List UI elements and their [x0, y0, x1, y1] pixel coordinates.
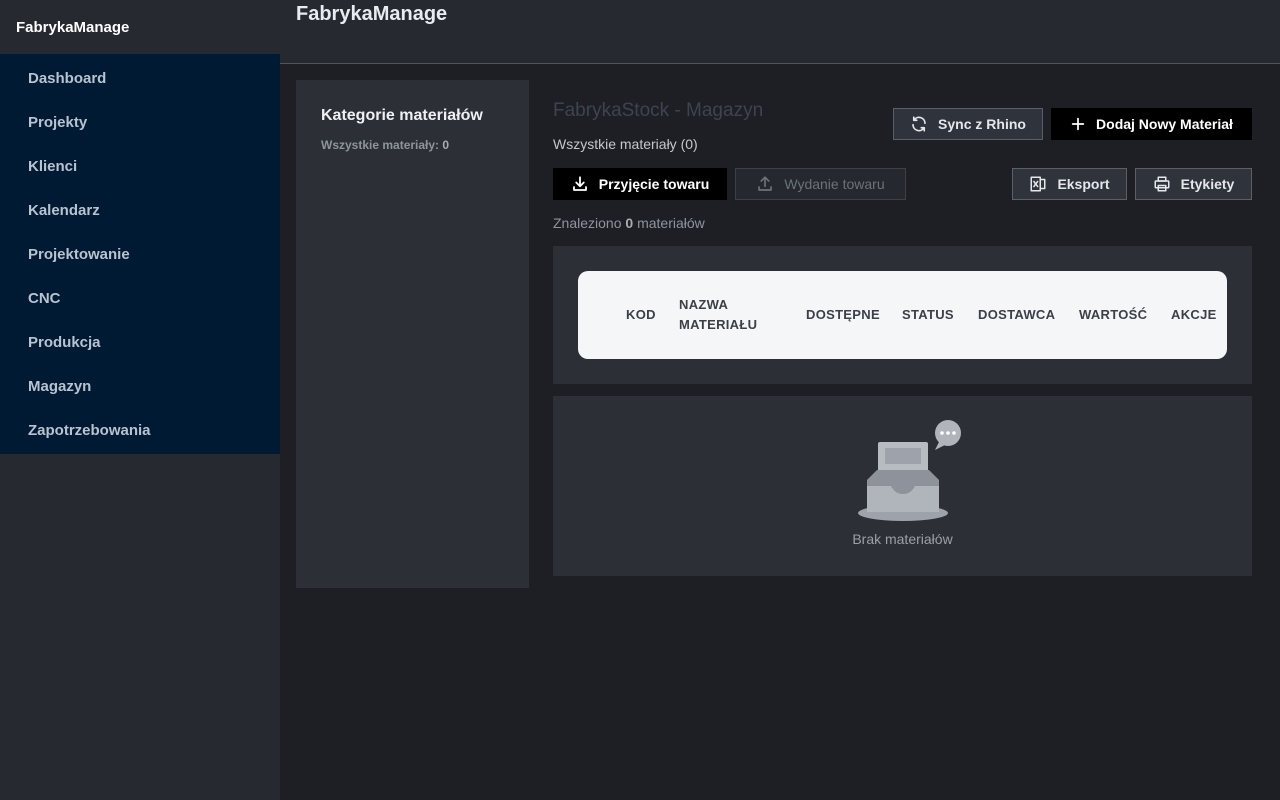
sidebar-item-cnc[interactable]: CNC [0, 276, 280, 320]
results-number: 0 [625, 215, 634, 231]
empty-state-text: Brak materiałów [852, 531, 953, 547]
table-header: KOD NAZWA MATERIAŁU DOSTĘPNE STATUS DOST… [578, 271, 1227, 359]
column-header-name-line2: MATERIAŁU [679, 317, 758, 332]
materials-subtitle: Wszystkie materiały (0) [553, 136, 698, 152]
sidebar-item-zapotrzebowania[interactable]: Zapotrzebowania [0, 408, 280, 452]
column-header-code[interactable]: KOD [626, 305, 656, 325]
category-panel: Kategorie materiałów Wszystkie materiały… [296, 80, 529, 588]
results-count: Znaleziono 0 materiałów [553, 215, 705, 231]
labels-button[interactable]: Etykiety [1135, 168, 1252, 200]
category-panel-title: Kategorie materiałów [321, 107, 483, 124]
column-header-name[interactable]: NAZWA MATERIAŁU [679, 295, 757, 335]
category-item-all[interactable]: Wszystkie materiały: 0 [321, 138, 529, 152]
download-icon [571, 175, 589, 193]
sync-rhino-label: Sync z Rhino [938, 116, 1026, 132]
plus-icon [1070, 116, 1086, 132]
receive-goods-label: Przyjęcie towaru [598, 176, 710, 192]
results-prefix: Znaleziono [553, 215, 622, 231]
top-header: FabrykaManage [280, 0, 1280, 64]
export-label: Eksport [1057, 176, 1110, 192]
materials-table: KOD NAZWA MATERIAŁU DOSTĘPNE STATUS DOST… [553, 246, 1252, 384]
empty-inbox-icon [857, 420, 977, 529]
issue-goods-label: Wydanie towaru [784, 176, 885, 192]
add-material-button[interactable]: Dodaj Nowy Materiał [1051, 108, 1252, 140]
sync-icon [910, 115, 928, 133]
column-header-supplier[interactable]: DOSTAWCA [978, 305, 1055, 325]
sidebar-filler [0, 454, 280, 800]
sidebar-item-magazyn[interactable]: Magazyn [0, 364, 280, 408]
sidebar-item-produkcja[interactable]: Produkcja [0, 320, 280, 364]
sidebar-item-dashboard[interactable]: Dashboard [0, 56, 280, 100]
page-title: FabrykaStock - Magazyn [553, 100, 764, 121]
column-header-status[interactable]: STATUS [902, 305, 954, 325]
add-material-label: Dodaj Nowy Materiał [1096, 116, 1233, 132]
upload-icon [756, 175, 774, 193]
excel-icon [1029, 175, 1047, 193]
category-all-count: 0 [442, 138, 450, 152]
sync-rhino-button[interactable]: Sync z Rhino [893, 108, 1043, 140]
printer-icon [1153, 175, 1171, 193]
issue-goods-button[interactable]: Wydanie towaru [735, 168, 906, 200]
header-title: FabrykaManage [296, 3, 448, 25]
empty-state: Brak materiałów [553, 396, 1252, 576]
column-header-actions: AKCJE [1171, 307, 1217, 322]
sidebar-brand[interactable]: FabrykaManage [16, 19, 129, 36]
sidebar-nav: Dashboard Projekty Klienci Kalendarz Pro… [0, 54, 280, 454]
receive-goods-button[interactable]: Przyjęcie towaru [553, 168, 727, 200]
category-all-label: Wszystkie materiały: [321, 138, 440, 152]
column-header-available[interactable]: DOSTĘPNE [806, 305, 880, 325]
sidebar-item-kalendarz[interactable]: Kalendarz [0, 188, 280, 232]
sidebar-item-projektowanie[interactable]: Projektowanie [0, 232, 280, 276]
column-header-value[interactable]: WARTOŚĆ [1079, 305, 1147, 325]
column-header-name-line1: NAZWA [679, 297, 729, 312]
sidebar-item-klienci[interactable]: Klienci [0, 144, 280, 188]
sidebar-item-projekty[interactable]: Projekty [0, 100, 280, 144]
export-button[interactable]: Eksport [1012, 168, 1127, 200]
labels-label: Etykiety [1180, 176, 1235, 192]
sidebar-header: FabrykaManage [0, 0, 280, 54]
results-suffix: materiałów [637, 215, 705, 231]
